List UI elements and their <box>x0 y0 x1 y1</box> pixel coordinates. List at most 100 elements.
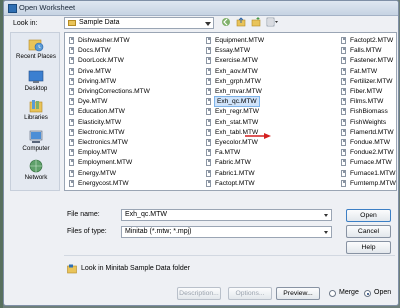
file-item[interactable]: Fa.MTW <box>206 148 336 158</box>
file-name: Fa.MTW <box>215 149 241 157</box>
file-item[interactable]: Drive.MTW <box>69 67 199 77</box>
file-item[interactable]: Fabric1.MTW <box>206 169 336 179</box>
new-folder-button[interactable] <box>250 16 262 28</box>
view-menu-button[interactable] <box>265 16 280 28</box>
options-button[interactable]: Options... <box>228 287 272 300</box>
back-button[interactable] <box>220 16 232 28</box>
filename-label: File name: <box>67 211 100 218</box>
file-item[interactable]: Fabric.MTW <box>206 158 336 168</box>
file-item[interactable]: Electronic.MTW <box>69 128 199 138</box>
file-icon <box>341 149 346 157</box>
place-desktop[interactable]: Desktop <box>11 70 61 92</box>
file-item[interactable]: Flamertd.MTW <box>341 128 396 138</box>
file-name: Drive.MTW <box>78 67 111 75</box>
title-bar[interactable]: Open Worksheet <box>4 1 398 16</box>
file-item[interactable]: Furntemp.MTW <box>341 179 396 189</box>
place-libraries[interactable]: Libraries <box>11 99 61 121</box>
place-computer[interactable]: Computer <box>11 130 61 152</box>
file-item[interactable]: Fondue2.MTW <box>341 148 396 158</box>
file-item[interactable]: Employment.MTW <box>69 158 199 168</box>
file-item[interactable]: Energy.MTW <box>69 169 199 179</box>
merge-radio[interactable] <box>329 290 336 297</box>
file-name: Exh_regr.MTW <box>215 108 259 116</box>
file-item[interactable]: Fiber.MTW <box>341 87 396 97</box>
file-item[interactable]: FishWeights <box>341 118 396 128</box>
file-icon <box>341 128 346 136</box>
file-item[interactable]: Fondue.MTW <box>341 138 396 148</box>
file-item[interactable]: Equipment.MTW <box>206 36 336 46</box>
file-item[interactable]: Education.MTW <box>69 107 199 117</box>
file-item[interactable]: Exh_grph.MTW <box>206 77 336 87</box>
desktop-icon <box>28 70 44 83</box>
file-item[interactable]: Films.MTW <box>341 97 396 107</box>
file-name: Equipment.MTW <box>215 37 265 44</box>
file-item[interactable]: Exh_regr.MTW <box>206 107 336 117</box>
place-recent-places[interactable]: Recent Places <box>11 38 61 60</box>
file-item[interactable]: Elasticity.MTW <box>69 118 199 128</box>
file-item[interactable]: Dye.MTW <box>69 97 199 107</box>
file-icon <box>206 98 211 106</box>
file-icon <box>69 67 74 75</box>
look-in-folder: Sample Data <box>79 19 120 26</box>
help-button[interactable]: Help <box>346 241 391 254</box>
file-icon <box>69 179 74 187</box>
file-item[interactable]: Eyecolor.MTW <box>206 138 336 148</box>
filetype-select[interactable]: Minitab (*.mtw; *.mpj) <box>121 226 332 238</box>
file-item[interactable]: Exh_stat.MTW <box>206 118 336 128</box>
place-label: Recent Places <box>16 53 56 60</box>
file-item[interactable]: Employ.MTW <box>69 148 199 158</box>
file-list[interactable]: Dishwasher.MTW Docs.MTW DoorLock.MTW Drive.… <box>64 32 397 191</box>
file-name: Driving.MTW <box>78 77 117 85</box>
chevron-down-icon <box>324 231 328 234</box>
file-item[interactable]: Furnace.MTW <box>341 158 396 168</box>
file-item[interactable]: Energycost.MTW <box>69 179 199 189</box>
file-name: Fertilizer.MTW <box>350 77 393 85</box>
filename-field[interactable]: Exh_qc.MTW <box>121 209 332 221</box>
file-item[interactable]: DoorLock.MTW <box>69 56 199 66</box>
computer-icon <box>29 130 43 143</box>
up-folder-button[interactable] <box>235 16 247 28</box>
open-button[interactable]: Open <box>346 209 391 222</box>
file-item[interactable]: Factopt2.MTW <box>341 36 396 46</box>
file-icon <box>341 88 346 95</box>
look-in-combobox[interactable]: Sample Data <box>64 17 214 29</box>
app-icon <box>8 4 17 13</box>
file-item[interactable]: Falls.MTW <box>341 46 396 56</box>
file-item[interactable]: Fertilizer.MTW <box>341 77 396 87</box>
file-name: Employment.MTW <box>78 159 133 167</box>
file-name: FishWeights <box>350 118 387 126</box>
place-label: Libraries <box>24 114 48 121</box>
file-icon <box>69 169 74 177</box>
file-item[interactable]: Electronics.MTW <box>69 138 199 148</box>
file-item[interactable]: Fat.MTW <box>341 67 396 77</box>
file-item[interactable]: Exh_aov.MTW <box>206 67 336 77</box>
folder-icon <box>68 20 76 26</box>
file-icon <box>341 37 346 44</box>
place-network[interactable]: Network <box>11 159 61 181</box>
file-icon <box>206 169 211 177</box>
cancel-button[interactable]: Cancel <box>346 225 391 238</box>
file-icon <box>69 47 74 55</box>
file-name: Exh_mvar.MTW <box>215 88 262 95</box>
description-button[interactable]: Description... <box>177 287 221 300</box>
file-item[interactable]: Fastener.MTW <box>341 56 396 66</box>
file-item[interactable]: Furnace1.MTW <box>341 169 396 179</box>
chevron-down-icon[interactable] <box>324 214 328 217</box>
file-item[interactable]: Driving.MTW <box>69 77 199 87</box>
preview-button[interactable]: Preview... <box>276 287 320 300</box>
file-item[interactable]: Docs.MTW <box>69 46 199 56</box>
file-item[interactable]: DrivingCorrections.MTW <box>69 87 199 97</box>
file-icon <box>341 179 346 187</box>
file-item[interactable]: FishBiomass <box>341 107 396 117</box>
file-item[interactable]: Exh_tabl.MTW <box>206 128 336 138</box>
file-item[interactable]: Essay.MTW <box>206 46 336 56</box>
file-icon <box>206 37 211 44</box>
file-item[interactable]: Exercise.MTW <box>206 56 336 66</box>
file-icon <box>206 47 211 55</box>
file-item[interactable]: Factopt.MTW <box>206 179 336 189</box>
file-icon <box>341 77 346 85</box>
file-item[interactable]: Exh_qc.MTW <box>206 96 336 108</box>
open-radio[interactable] <box>364 290 371 297</box>
file-item[interactable]: Dishwasher.MTW <box>69 36 199 46</box>
file-name: Exh_aov.MTW <box>215 67 258 75</box>
